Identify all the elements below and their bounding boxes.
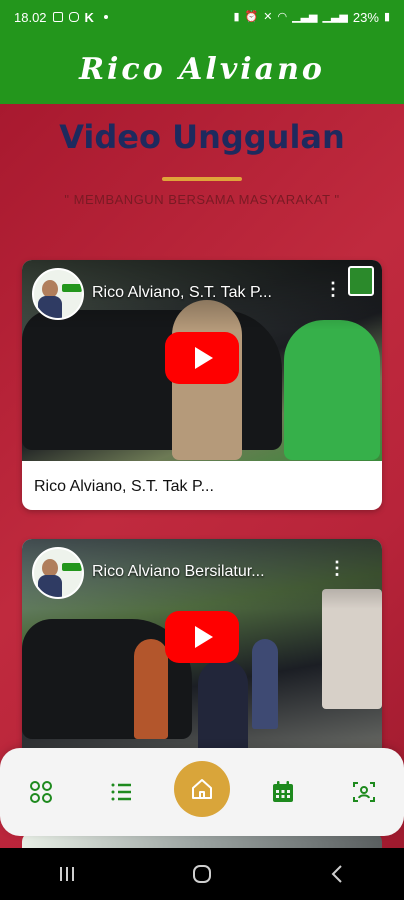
wifi-icon: ◠ xyxy=(277,10,288,23)
nav-grid-button[interactable] xyxy=(21,772,61,812)
person-shape xyxy=(252,639,278,729)
car-shape xyxy=(22,310,282,450)
section-subtitle: " MEMBANGUN BERSAMA MASYARAKAT " xyxy=(64,192,340,207)
calendar-icon xyxy=(273,781,293,802)
nav-scan-button[interactable] xyxy=(344,772,384,812)
nav-calendar-button[interactable] xyxy=(263,772,303,812)
status-right: ▮ ⏰ ✕ ◠ ▁▃▅ ▁▃▅ 23% ▮ xyxy=(234,10,390,25)
play-icon xyxy=(195,626,213,648)
avatar-tag xyxy=(62,563,82,571)
back-button[interactable] xyxy=(317,859,357,889)
video-card[interactable]: Rico Alviano, S.T. Tak P... ⋮ Rico Alvia… xyxy=(22,260,382,510)
instagram-icon xyxy=(68,12,79,22)
recent-apps-icon xyxy=(60,867,75,881)
play-icon xyxy=(195,347,213,369)
nav-list-button[interactable] xyxy=(101,772,141,812)
home-icon xyxy=(192,779,212,799)
mute-icon: ✕ xyxy=(263,10,273,23)
back-icon xyxy=(331,865,342,883)
notification-dot-icon xyxy=(103,15,108,19)
title-underline xyxy=(162,177,242,181)
more-vert-icon[interactable]: ⋮ xyxy=(328,559,346,577)
party-logo-icon xyxy=(348,266,374,296)
signal-icon: ▁▃▅ xyxy=(292,10,318,23)
play-button[interactable] xyxy=(165,611,239,663)
more-vert-icon[interactable]: ⋮ xyxy=(324,280,342,298)
content-area[interactable]: Video Unggulan " MEMBANGUN BERSAMA MASYA… xyxy=(0,104,404,848)
alarm-icon: ⏰ xyxy=(244,10,259,23)
channel-avatar[interactable] xyxy=(32,268,84,320)
video-overlay-title[interactable]: Rico Alviano Bersilatur... xyxy=(92,563,342,581)
person-shape xyxy=(284,320,380,460)
person-shape xyxy=(134,639,168,739)
grid-icon xyxy=(30,781,52,803)
kotlin-k-icon: K xyxy=(84,9,94,25)
home-system-button[interactable] xyxy=(182,859,222,889)
battery-icon: ▮ xyxy=(383,10,390,23)
video-caption[interactable]: Rico Alviano, S.T. Tak P... xyxy=(34,478,214,496)
battery-saver-icon: ▮ xyxy=(233,10,240,23)
app-bar: Rico Alviano xyxy=(0,34,404,104)
gallery-icon xyxy=(52,12,63,22)
recent-apps-button[interactable] xyxy=(47,859,87,889)
home-circle-icon xyxy=(192,865,211,883)
bottom-nav xyxy=(0,748,404,836)
signal-2-icon: ▁▃▅ xyxy=(322,10,348,23)
section-title: Video Unggulan xyxy=(59,118,345,156)
status-time: 18.02 xyxy=(14,9,47,25)
play-button[interactable] xyxy=(165,332,239,384)
scan-user-icon xyxy=(353,782,375,802)
avatar-body xyxy=(38,575,62,597)
nav-home-button[interactable] xyxy=(174,761,230,817)
status-left: 18.02 K xyxy=(14,10,108,25)
video-thumbnail[interactable]: Rico Alviano, S.T. Tak P... ⋮ xyxy=(22,260,382,461)
video-overlay-title[interactable]: Rico Alviano, S.T. Tak P... xyxy=(92,284,342,302)
list-icon xyxy=(111,783,131,801)
avatar-tag xyxy=(62,284,82,292)
battery-percent: 23% xyxy=(352,9,379,25)
app-title: Rico Alviano xyxy=(79,51,325,87)
avatar-body xyxy=(38,296,62,318)
status-bar: 18.02 K ▮ ⏰ ✕ ◠ ▁▃▅ ▁▃▅ 23% ▮ xyxy=(0,0,404,34)
channel-avatar[interactable] xyxy=(32,547,84,599)
system-nav-bar xyxy=(0,848,404,900)
